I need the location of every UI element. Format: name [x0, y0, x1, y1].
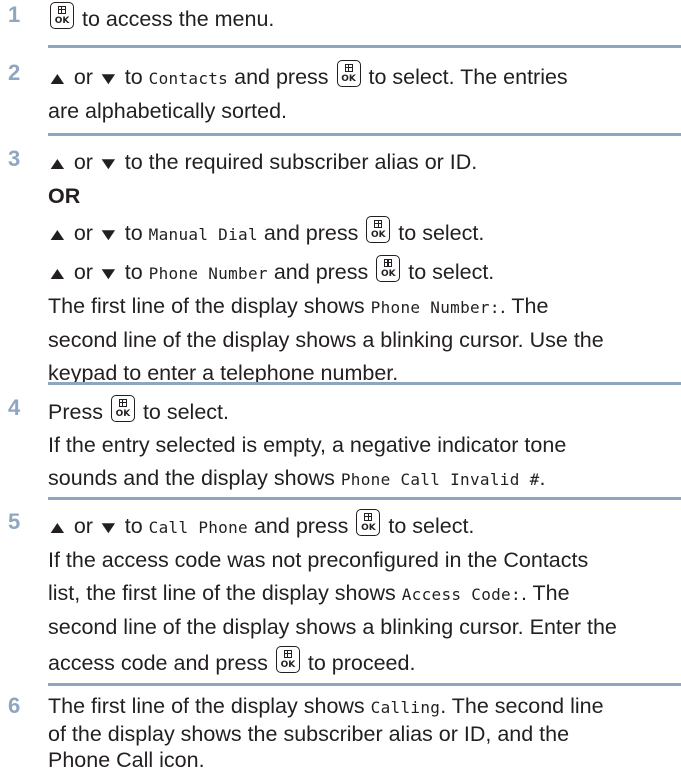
- word-to: to: [124, 221, 143, 245]
- step-text: to access the menu.: [81, 7, 275, 31]
- step-text: to select.: [388, 514, 475, 538]
- step-5: 5 ▲ or ▼ to Call Phone and press OK to s…: [0, 509, 681, 680]
- step-2-line-1: ▲ or ▼ to Contacts and press OK to selec…: [46, 60, 669, 95]
- word-or: or: [73, 260, 93, 284]
- menu-ok-key-icon: OK: [356, 509, 381, 536]
- word-to: to: [124, 260, 143, 284]
- step-text: .: [539, 466, 546, 490]
- step-text: The first line of the display shows: [48, 294, 365, 318]
- step-text: to proceed.: [307, 651, 416, 675]
- step-text: If the access code was not preconfigured…: [48, 548, 589, 572]
- menu-ok-key-icon: OK: [110, 395, 135, 422]
- step-4-line-1: Press OK to select.: [48, 395, 669, 429]
- up-arrow-key-icon: ▲: [46, 69, 69, 88]
- step-text: of the display shows the subscriber alia…: [48, 722, 570, 746]
- menu-ok-key-icon: OK: [366, 216, 391, 243]
- step-number: 5: [8, 509, 21, 534]
- step-4-line-3: sounds and the display shows Phone Call …: [48, 462, 669, 496]
- step-3-sub-b: ▲ or ▼ to Phone Number and press OK to s…: [46, 255, 669, 290]
- step-text: to select.: [142, 400, 229, 424]
- display-text-invalid: Phone Call Invalid #: [340, 470, 540, 489]
- step-text: second line of the display shows a blink…: [48, 615, 617, 639]
- menu-ok-key-icon: OK: [50, 2, 74, 29]
- step-text: to select.: [398, 221, 485, 245]
- step-5-line-1: ▲ or ▼ to Call Phone and press OK to sel…: [46, 509, 669, 544]
- menu-ok-key-icon: OK: [376, 255, 401, 282]
- word-or: or: [73, 221, 93, 245]
- display-text-calling: Calling: [370, 698, 441, 717]
- step-text: access code and press: [48, 651, 268, 675]
- step-number: 6: [8, 693, 21, 718]
- step-separator: [48, 382, 681, 385]
- and-press-text: and press: [253, 514, 349, 538]
- display-text-phone-number: Phone Number: [148, 264, 268, 283]
- word-or: or: [73, 150, 93, 174]
- word-to: to: [124, 514, 143, 538]
- display-text-contacts: Contacts: [148, 69, 229, 88]
- step-text: . The: [520, 581, 570, 605]
- step-separator: [48, 45, 681, 48]
- step-5-line-5: access code and press OK to proceed.: [48, 646, 669, 680]
- and-press-text: and press: [273, 260, 369, 284]
- step-3-sub-a: ▲ or ▼ to Manual Dial and press OK to se…: [46, 216, 669, 251]
- and-press-text: and press: [263, 221, 359, 245]
- down-arrow-key-icon: ▼: [96, 225, 120, 244]
- step-4: 4 Press OK to select. If the entry selec…: [0, 395, 681, 496]
- step-text: to the required subscriber alias or ID.: [124, 150, 478, 174]
- step-text: keypad to enter a telephone number.: [48, 361, 399, 385]
- step-text: are alphabetically sorted.: [48, 99, 288, 123]
- step-3: 3 ▲ or ▼ to the required subscriber alia…: [0, 146, 681, 390]
- up-arrow-key-icon: ▲: [46, 518, 69, 537]
- step-separator: [48, 133, 681, 136]
- step-5-line-3: list, the first line of the display show…: [48, 577, 669, 611]
- down-arrow-key-icon: ▼: [96, 154, 120, 173]
- display-text-access-code: Access Code:: [401, 585, 521, 604]
- down-arrow-key-icon: ▼: [96, 264, 120, 283]
- menu-ok-key-icon: OK: [336, 60, 361, 87]
- step-1: 1 OK to access the menu.: [0, 2, 681, 36]
- down-arrow-key-icon: ▼: [96, 518, 120, 537]
- or-label: OR: [48, 184, 81, 208]
- up-arrow-key-icon: ▲: [46, 264, 69, 283]
- step-text: If the entry selected is empty, a negati…: [48, 433, 567, 457]
- step-text: second line of the display shows a blink…: [48, 328, 604, 352]
- step-1-line: OK to access the menu.: [48, 2, 669, 36]
- step-separator: [48, 683, 681, 686]
- step-6: 6 The first line of the display shows Ca…: [0, 693, 681, 773]
- step-3-para-line-1: The first line of the display shows Phon…: [48, 290, 669, 324]
- step-text: The first line of the display shows: [48, 694, 365, 718]
- step-number: 3: [8, 146, 21, 171]
- step-text: sounds and the display shows: [48, 466, 335, 490]
- press-text: Press: [48, 400, 103, 424]
- step-number: 4: [8, 395, 21, 420]
- step-text: . The: [499, 294, 549, 318]
- display-text-manual-dial: Manual Dial: [148, 225, 258, 244]
- step-text: to select.: [408, 260, 495, 284]
- step-number: 2: [8, 60, 21, 85]
- step-2: 2 ▲ or ▼ to Contacts and press OK to sel…: [0, 60, 681, 128]
- step-text: to select. The entries: [368, 65, 568, 89]
- step-text: Phone Call icon.: [48, 748, 205, 772]
- step-number: 1: [8, 2, 21, 27]
- step-text: list, the first line of the display show…: [48, 581, 396, 605]
- up-arrow-key-icon: ▲: [46, 154, 69, 173]
- step-3-line-1: ▲ or ▼ to the required subscriber alias …: [46, 146, 669, 180]
- and-press-text: and press: [234, 65, 329, 89]
- step-text: . The second line: [440, 694, 604, 718]
- menu-ok-key-icon: OK: [275, 646, 300, 673]
- step-6-line-1: The first line of the display shows Call…: [48, 693, 669, 721]
- word-or: or: [73, 514, 93, 538]
- up-arrow-key-icon: ▲: [46, 225, 69, 244]
- step-separator: [48, 497, 681, 500]
- word-or: or: [73, 65, 93, 89]
- display-text-call-phone: Call Phone: [148, 518, 248, 537]
- down-arrow-key-icon: ▼: [96, 69, 120, 88]
- display-text-phone-number-prompt: Phone Number:: [370, 298, 500, 317]
- word-to: to: [124, 65, 143, 89]
